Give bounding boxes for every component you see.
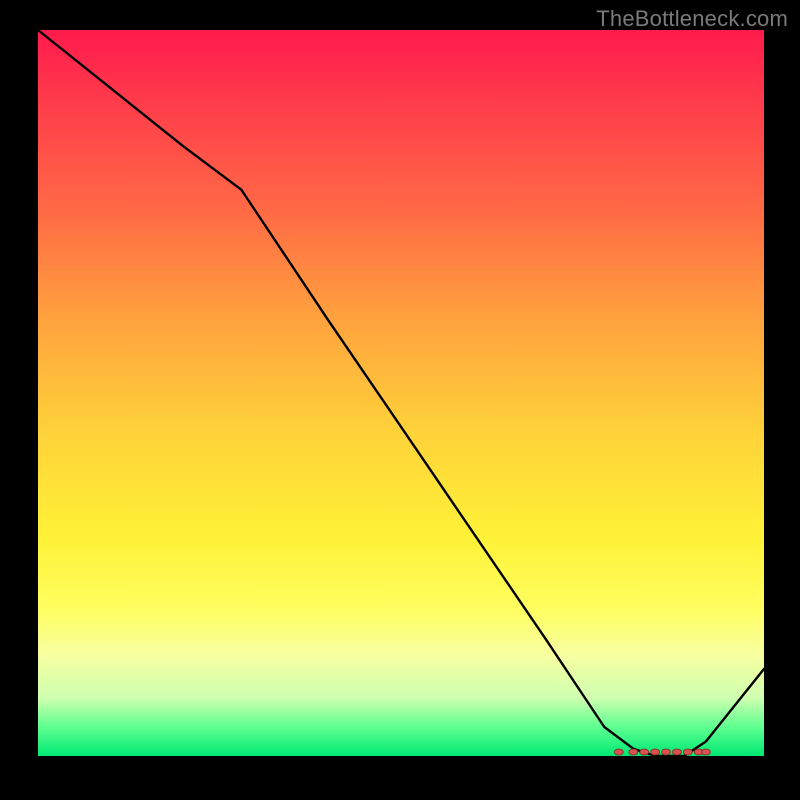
flat-marker-dot <box>614 749 623 755</box>
plot-area <box>38 30 764 756</box>
flat-marker-dot <box>651 749 660 755</box>
watermark-text: TheBottleneck.com <box>596 6 788 32</box>
flat-marker-dot <box>701 749 710 755</box>
flat-marker-dot <box>640 749 649 755</box>
plot-overlay <box>38 30 764 756</box>
chart-frame: TheBottleneck.com <box>0 0 800 800</box>
bottleneck-curve <box>38 30 764 756</box>
flat-marker-dot <box>662 749 671 755</box>
flat-marker-dot <box>672 749 681 755</box>
flat-region-markers <box>614 749 710 755</box>
flat-marker-dot <box>683 749 692 755</box>
flat-marker-dot <box>629 749 638 755</box>
